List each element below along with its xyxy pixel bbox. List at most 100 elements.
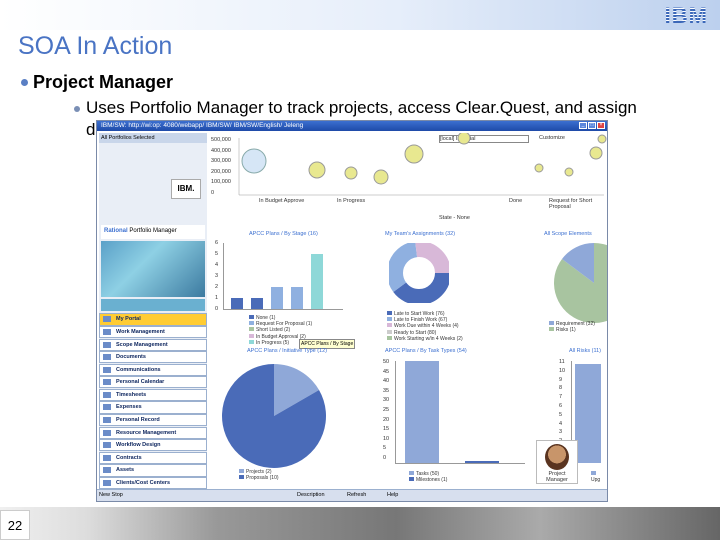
bubble-y-tick: 0 xyxy=(211,189,215,196)
chart2-legend-item: Work Starting w/in 4 Weeks (2) xyxy=(387,335,465,342)
chart5-title[interactable]: APCC Plans / By Task Types (54) xyxy=(385,348,467,354)
legend-label: In Progress (5) xyxy=(256,339,290,346)
legend-swatch xyxy=(409,471,414,475)
menu-item-communications[interactable]: Communications xyxy=(99,363,207,376)
chart5-y-tick: 50 xyxy=(383,359,390,365)
page-number: 22 xyxy=(0,510,30,540)
chart2-title[interactable]: My Team's Assignments (32) xyxy=(385,231,455,237)
menu-item-personal-calendar[interactable]: Personal Calendar xyxy=(99,376,207,389)
avatar-label: Project Manager xyxy=(546,471,568,483)
bubble-y-tick: 100,000 xyxy=(211,179,231,185)
top-band xyxy=(0,0,720,30)
chart1-bar xyxy=(271,287,283,309)
bullet-level1: Project Manager xyxy=(20,72,174,92)
icon-strip xyxy=(101,299,205,311)
chart1-y-tick: 3 xyxy=(215,273,219,279)
ibm-logo-box: IBM. xyxy=(171,179,201,199)
chart5-bar xyxy=(405,361,439,463)
chart5-bar xyxy=(465,460,499,463)
menu-item-documents[interactable]: Documents xyxy=(99,351,207,364)
chart5-y-tick: 25 xyxy=(383,407,390,413)
chart6-legend: Upg xyxy=(591,471,607,483)
refresh-button[interactable]: Refresh xyxy=(347,492,366,498)
chart6-y-tick: 5 xyxy=(559,411,563,418)
chart6-y-tick: 11 xyxy=(559,359,565,365)
nav-menu: My Portal Work Management Scope Management… xyxy=(99,313,207,490)
chart5-y-axis xyxy=(395,361,396,463)
chart1-bar xyxy=(311,254,323,309)
window-titlebar: IBM/SW: http://wi:op: 4080/webapp/ IBM/S… xyxy=(97,121,607,131)
help-button[interactable]: Help xyxy=(387,492,398,498)
chart6-title[interactable]: All Risks (11) xyxy=(569,348,601,354)
status-bar: New Stop Description Refresh Help xyxy=(97,489,607,501)
menu-item-resource-management[interactable]: Resource Management xyxy=(99,426,207,439)
chart5-plot xyxy=(399,361,523,463)
menu-item-timesheets[interactable]: Timesheets xyxy=(99,388,207,402)
maximize-icon[interactable]: □ xyxy=(588,122,596,129)
minimize-icon[interactable]: _ xyxy=(579,122,587,129)
description-button[interactable]: Description xyxy=(297,492,325,498)
legend-swatch xyxy=(409,477,414,482)
chart5-y-tick: 0 xyxy=(383,455,387,461)
portfolio-header: All Portfolios Selected xyxy=(99,133,207,143)
chart1-y-tick: 6 xyxy=(215,240,219,246)
chart5-y-tick: 35 xyxy=(383,387,390,394)
chart6-y-tick: 7 xyxy=(559,394,563,401)
chart3-pie xyxy=(554,243,607,323)
menu-item-scope-management[interactable]: Scope Management xyxy=(99,338,207,351)
bubble-x-label: Done xyxy=(509,198,523,204)
ibm-logo: IBM xyxy=(664,3,708,28)
avatar: Project Manager xyxy=(536,440,578,484)
bubble-caption: State - None xyxy=(439,215,470,221)
legend-swatch xyxy=(249,339,254,344)
menu-item-workflow-design[interactable]: Workflow Design xyxy=(99,439,207,452)
chart6-y-tick: 9 xyxy=(559,376,563,383)
legend-swatch xyxy=(387,311,392,315)
chart5-y-tick: 5 xyxy=(383,445,387,452)
chart3-legend: Requirement (32) Risks (1) xyxy=(549,321,597,333)
person-photo xyxy=(545,444,569,470)
legend-label: Milestones (1) xyxy=(416,477,448,484)
slide-title: SOA In Action xyxy=(18,32,173,60)
chart1-y-tick: 4 xyxy=(215,262,219,268)
menu-item-contracts[interactable]: Contracts xyxy=(99,451,207,464)
left-pane: All Portfolios Selected IBM. Rational Po… xyxy=(99,133,207,490)
close-icon[interactable]: × xyxy=(597,122,605,129)
bubble-x-label: In Budget Approve xyxy=(259,198,305,204)
chart5-legend: Tasks (50) Milestones (1) xyxy=(409,471,529,483)
chart4-title[interactable]: APCC Plans / Initiative Type (12) xyxy=(247,348,327,354)
chart5-y-tick: 30 xyxy=(383,397,390,404)
chart1-bar xyxy=(251,298,263,309)
chart4-legend-item: Proposals (10) xyxy=(239,475,281,481)
menu-item-my-portal[interactable]: My Portal xyxy=(99,313,207,326)
chart6-y-tick: 10 xyxy=(559,367,566,374)
menu-item-expenses[interactable]: Expenses xyxy=(99,401,207,414)
legend-swatch xyxy=(591,471,596,475)
legend-swatch xyxy=(387,329,392,334)
legend-label: Risks (1) xyxy=(556,327,576,334)
legend-swatch xyxy=(249,327,254,332)
bubble-y-tick: 500,000 xyxy=(211,137,231,143)
chart2-legend: Late to Start Work (76) Late to Finish Wo… xyxy=(387,311,465,342)
chart6-y-tick: 6 xyxy=(559,403,563,409)
status-text: New Stop xyxy=(99,492,123,498)
legend-label: Proposals (10) xyxy=(246,475,279,482)
bubble-y-tick: 400,000 xyxy=(211,147,231,154)
chart1-title[interactable]: APCC Plans / By Stage (16) xyxy=(249,231,318,237)
brand-prefix: Rational xyxy=(104,228,128,234)
app-screenshot: IBM/SW: http://wi:op: 4080/webapp/ IBM/S… xyxy=(96,120,608,502)
chart6-y-tick: 4 xyxy=(559,420,563,427)
legend-swatch xyxy=(249,333,254,338)
menu-item-work-management[interactable]: Work Management xyxy=(99,325,207,339)
bubble-chart xyxy=(238,133,607,196)
bubble-x-label: Request for Short Proposal xyxy=(549,198,593,210)
chart6-bar xyxy=(575,364,601,463)
menu-item-clients-cost-centers[interactable]: Clients/Cost Centers xyxy=(99,476,207,490)
menu-item-personal-record[interactable]: Personal Record xyxy=(99,414,207,427)
chart3-title[interactable]: All Scope Elements xyxy=(544,231,592,237)
chart1-bar xyxy=(291,287,303,309)
menu-item-assets[interactable]: Assets xyxy=(99,464,207,477)
chart3-legend-item: Risks (1) xyxy=(549,327,597,333)
legend-swatch xyxy=(249,321,254,326)
chart5-y-tick: 40 xyxy=(383,378,390,385)
